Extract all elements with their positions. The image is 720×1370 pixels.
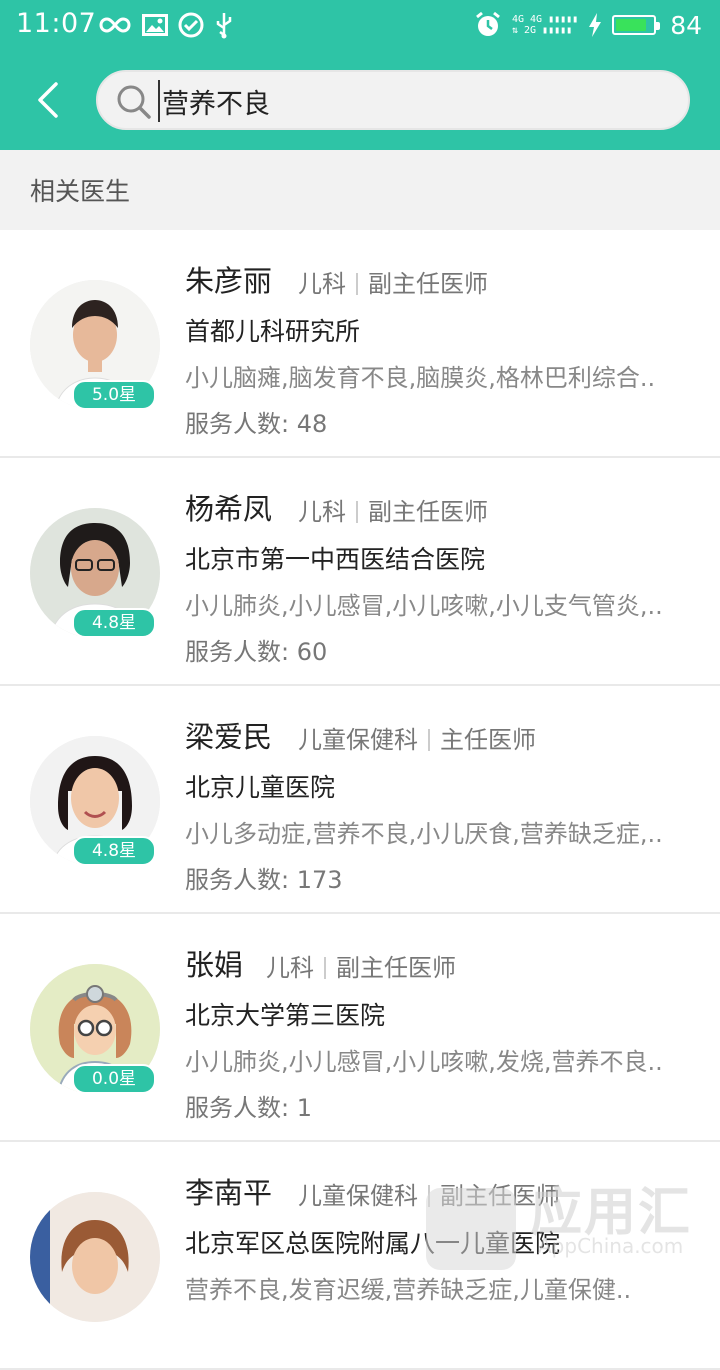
doctor-card[interactable]: 5.0星 朱彦丽 儿科 副主任医师 首都儿科研究所 小儿脑瘫,脑发育不良,脑膜炎,… xyxy=(0,230,720,458)
divider xyxy=(428,729,430,751)
doctor-name: 梁爱民 xyxy=(185,720,273,754)
doctor-served-count: 服务人数: 60 xyxy=(185,638,328,666)
doctor-card[interactable]: 0.0星 张娟 儿科 副主任医师 北京大学第三医院 小儿肺炎,小儿感冒,小儿咳嗽,… xyxy=(0,914,720,1142)
battery-fill xyxy=(616,19,647,31)
section-title: 相关医生 xyxy=(30,177,131,206)
doctor-name: 张娟 xyxy=(185,948,244,982)
doctor-card[interactable]: 4.8星 杨希凤 儿科 副主任医师 北京市第一中西医结合医院 小儿肺炎,小儿感冒,… xyxy=(0,458,720,686)
doctor-specialties: 小儿肺炎,小儿感冒,小儿咳嗽,发烧,营养不良.. xyxy=(185,1048,663,1076)
doctor-specialties: 小儿脑瘫,脑发育不良,脑膜炎,格林巴利综合.. xyxy=(185,364,656,392)
doctor-meta: 儿科 副主任医师 xyxy=(298,264,488,299)
system-icons: 4G 4G ▮▮▮▮▮ ⇅ 2G ▮▮▮▮▮ 84 xyxy=(474,10,702,40)
doctor-served-count: 服务人数: 48 xyxy=(185,410,328,438)
doctor-photo xyxy=(30,1192,160,1322)
divider xyxy=(356,501,358,523)
doctor-dept: 儿童保健科 xyxy=(298,726,418,754)
doctor-meta: 儿科 副主任医师 xyxy=(266,948,456,983)
notification-icons xyxy=(98,11,234,39)
divider xyxy=(428,1185,430,1207)
doctor-specialties: 小儿肺炎,小儿感冒,小儿咳嗽,小儿支气管炎,.. xyxy=(185,592,663,620)
status-time: 11:07 xyxy=(16,8,97,39)
doctor-dept: 儿科 xyxy=(266,954,314,982)
doctor-title: 主任医师 xyxy=(440,726,536,754)
battery-percent: 84 xyxy=(670,10,702,40)
divider xyxy=(324,957,326,979)
doctor-name: 李南平 xyxy=(185,1176,273,1210)
rating-badge: 5.0星 xyxy=(72,380,156,410)
doctor-served-count: 服务人数: 173 xyxy=(185,866,343,894)
doctor-hospital: 首都儿科研究所 xyxy=(185,317,361,346)
doctor-avatar xyxy=(30,1192,160,1322)
search-input[interactable] xyxy=(158,80,674,122)
doctor-title: 副主任医师 xyxy=(336,954,456,982)
rating-badge: 4.8星 xyxy=(72,608,156,638)
doctor-hospital: 北京大学第三医院 xyxy=(185,1001,386,1030)
rating-badge: 4.8星 xyxy=(72,836,156,866)
signal-icon: 4G 4G ▮▮▮▮▮ ⇅ 2G ▮▮▮▮▮ xyxy=(511,14,579,36)
check-circle-icon xyxy=(178,12,204,38)
doctor-title: 副主任医师 xyxy=(440,1182,560,1210)
usb-icon xyxy=(216,13,232,39)
doctor-title: 副主任医师 xyxy=(368,270,488,298)
search-header xyxy=(0,50,720,150)
doctor-card[interactable]: 4.8星 梁爱民 儿童保健科 主任医师 北京儿童医院 小儿多动症,营养不良,小儿厌… xyxy=(0,686,720,914)
image-icon xyxy=(142,14,168,36)
doctor-meta: 儿童保健科 主任医师 xyxy=(298,720,536,755)
infinity-icon xyxy=(99,17,131,33)
doctor-meta: 儿科 副主任医师 xyxy=(298,492,488,527)
doctor-served-count: 服务人数: 1 xyxy=(185,1094,312,1122)
alarm-icon xyxy=(476,11,500,36)
doctor-hospital: 北京市第一中西医结合医院 xyxy=(185,545,486,574)
doctor-meta: 儿童保健科 副主任医师 xyxy=(298,1176,560,1211)
app-header: 11:07 4G 4G ▮▮▮▮▮ ⇅ 2G ▮▮▮▮▮ 84 xyxy=(0,0,720,150)
rating-badge: 0.0星 xyxy=(72,1064,156,1094)
divider xyxy=(356,273,358,295)
doctor-dept: 儿科 xyxy=(298,270,346,298)
back-button[interactable] xyxy=(30,78,70,122)
doctor-dept: 儿童保健科 xyxy=(298,1182,418,1210)
doctor-specialties: 小儿多动症,营养不良,小儿厌食,营养缺乏症,.. xyxy=(185,820,663,848)
doctor-dept: 儿科 xyxy=(298,498,346,526)
doctor-hospital: 北京儿童医院 xyxy=(185,773,336,802)
search-bar[interactable] xyxy=(96,70,690,130)
doctor-title: 副主任医师 xyxy=(368,498,488,526)
chevron-left-icon xyxy=(38,82,58,118)
doctor-name: 杨希凤 xyxy=(185,492,273,526)
doctor-card[interactable]: 李南平 儿童保健科 副主任医师 北京军区总医院附属八一儿童医院 营养不良,发育迟缓… xyxy=(0,1142,720,1370)
status-bar: 11:07 4G 4G ▮▮▮▮▮ ⇅ 2G ▮▮▮▮▮ 84 xyxy=(0,0,720,50)
search-icon xyxy=(117,85,151,119)
battery-icon xyxy=(612,15,661,35)
charging-icon xyxy=(589,13,602,37)
section-header: 相关医生 xyxy=(0,150,720,230)
doctor-hospital: 北京军区总医院附属八一儿童医院 xyxy=(185,1229,561,1258)
doctor-name: 朱彦丽 xyxy=(185,264,273,298)
doctor-specialties: 营养不良,发育迟缓,营养缺乏症,儿童保健.. xyxy=(185,1276,632,1304)
doctor-list: 5.0星 朱彦丽 儿科 副主任医师 首都儿科研究所 小儿脑瘫,脑发育不良,脑膜炎,… xyxy=(0,230,720,1370)
